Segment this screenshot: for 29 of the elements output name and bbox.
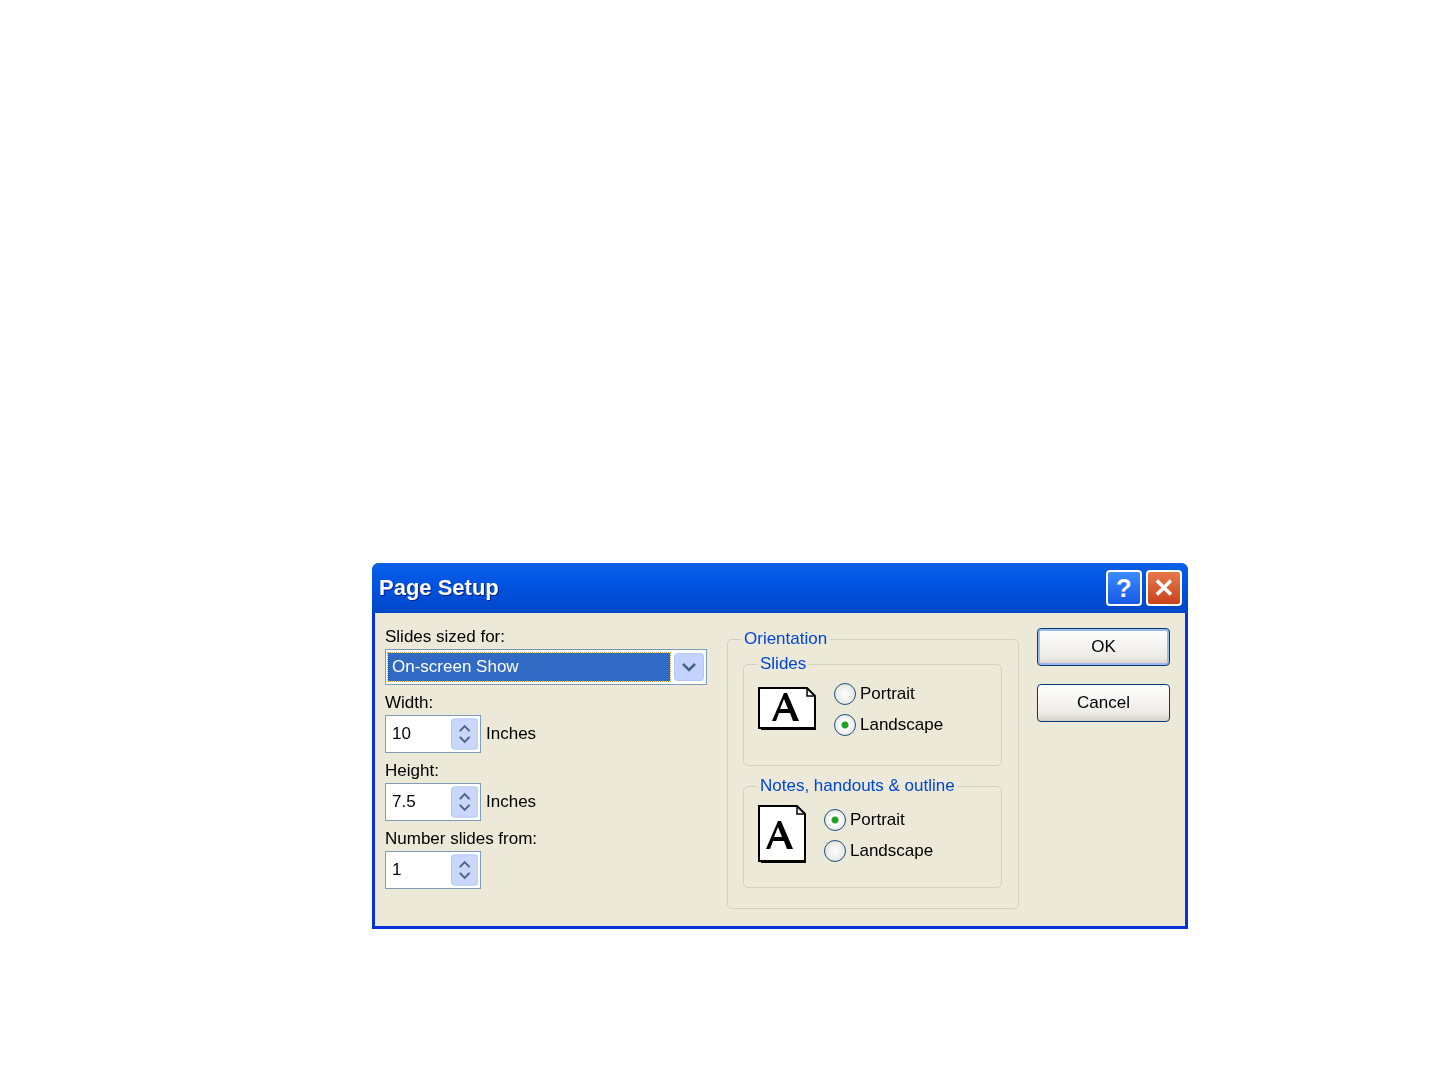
portrait-page-icon	[758, 805, 808, 865]
help-button[interactable]: ?	[1106, 570, 1142, 606]
spin-field[interactable]: 10	[385, 715, 481, 753]
landscape-page-icon	[758, 686, 818, 733]
field-label: Slides sized for:	[385, 626, 505, 648]
radio-button[interactable]	[824, 839, 846, 862]
radio-button[interactable]	[824, 808, 846, 831]
spinner-arrows-icon[interactable]	[450, 854, 478, 886]
radio-button[interactable]	[834, 683, 856, 705]
field-label: Width:	[385, 692, 434, 714]
dialog-button[interactable]: Cancel	[1037, 684, 1170, 722]
default-button[interactable]: OK	[1037, 628, 1170, 666]
spinner-arrows-icon[interactable]	[450, 718, 478, 750]
close-button[interactable]: ✕	[1146, 570, 1182, 606]
unit-label: Inches	[486, 724, 537, 744]
spin-field[interactable]: 1	[385, 851, 481, 889]
radio-option[interactable]: Portrait	[834, 683, 944, 705]
unit-label: Inches	[486, 792, 537, 812]
radio-option[interactable]: Landscape	[834, 714, 944, 736]
window-title: Page Setup	[379, 575, 499, 601]
dropdown[interactable]: On-screen Show	[385, 649, 707, 685]
radio-button[interactable]	[834, 714, 856, 736]
spin-field[interactable]: 7.5	[385, 783, 481, 821]
field-label: Number slides from:	[385, 828, 538, 850]
dropdown-value: On-screen Show	[388, 653, 670, 681]
spinner-arrows-icon[interactable]	[450, 786, 478, 818]
field-label: Height:	[385, 760, 439, 782]
radio-option[interactable]: Portrait	[824, 808, 934, 831]
radio-option[interactable]: Landscape	[824, 839, 934, 862]
